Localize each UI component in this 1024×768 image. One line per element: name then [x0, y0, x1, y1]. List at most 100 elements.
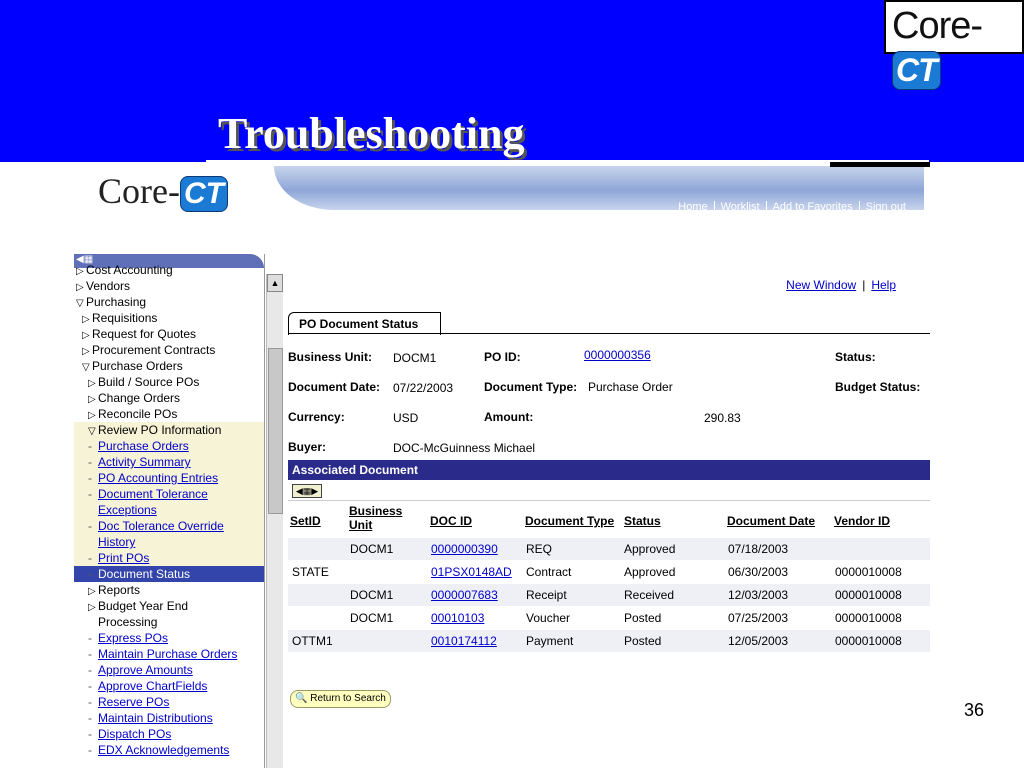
cell-docid[interactable]: 00010103 — [431, 611, 484, 625]
col-status[interactable]: Status — [624, 514, 661, 528]
associated-document-header: Associated Document — [288, 460, 930, 480]
menu-item-po-accounting-entries[interactable]: - PO Accounting Entries — [74, 470, 264, 486]
menu-item-label: Change Orders — [98, 391, 181, 405]
menu-item-label: Request for Quotes — [92, 327, 197, 341]
menu-item-edx-acknowledgements[interactable]: - EDX Acknowledgements — [74, 742, 264, 758]
top-links: New Window | Help — [780, 278, 902, 292]
menu-item-document-status[interactable]: - Document Status — [74, 566, 264, 582]
menu-item-review-po-information[interactable]: ▽ Review PO Information — [74, 422, 264, 438]
menu-item-approve-chartfields[interactable]: - Approve ChartFields — [74, 678, 264, 694]
menu-item-purchasing[interactable]: ▽ Purchasing — [74, 294, 264, 310]
menu-item-vendors[interactable]: ▷ Vendors — [74, 278, 264, 294]
return-to-search-button[interactable]: 🔍 Return to Search — [290, 690, 391, 708]
new-window-link[interactable]: New Window — [780, 278, 862, 292]
bullet-icon: - — [88, 727, 92, 741]
cell-docid[interactable]: 0000007683 — [431, 588, 498, 602]
menu-item-requisitions[interactable]: ▷ Requisitions — [74, 310, 264, 326]
po-id-link[interactable]: 0000000356 — [584, 348, 651, 362]
menu-item-cost-accounting[interactable]: ▷ Cost Accounting — [74, 262, 264, 278]
cell-vendor: 0000010008 — [835, 588, 902, 602]
menu-item-print-pos[interactable]: - Print POs — [74, 550, 264, 566]
menu-item-label: Processing — [98, 615, 158, 629]
menu-item-build-source-pos[interactable]: ▷ Build / Source POs — [74, 374, 264, 390]
menu-item-label: Review PO Information — [98, 423, 222, 437]
grid-nav-icon[interactable]: ◀▦▶ — [292, 484, 322, 498]
header-links: Home Worklist Add to Favorites Sign out — [672, 201, 912, 213]
header-link-home[interactable]: Home — [672, 201, 713, 213]
status-label: Status: — [835, 350, 876, 364]
menu-item-reconcile-pos[interactable]: ▷ Reconcile POs — [74, 406, 264, 422]
menu-item-purchase-orders[interactable]: - Purchase Orders — [74, 438, 264, 454]
menu-item-document-tolerance[interactable]: - Document Tolerance — [74, 486, 264, 502]
menu-item-request-for-quotes[interactable]: ▷ Request for Quotes — [74, 326, 264, 342]
cell-setid: OTTM1 — [292, 634, 333, 648]
menu-item-label: Requisitions — [92, 311, 158, 325]
currency-label: Currency: — [288, 410, 345, 424]
cell-type: Receipt — [526, 588, 567, 602]
menu-item-activity-summary[interactable]: - Activity Summary — [74, 454, 264, 470]
cell-docid[interactable]: 0010174112 — [431, 634, 497, 648]
menu-item-procurement-contracts[interactable]: ▷ Procurement Contracts — [74, 342, 264, 358]
col-document-date[interactable]: Document Date — [727, 514, 815, 528]
header-swoosh: Home Worklist Add to Favorites Sign out — [274, 166, 924, 213]
menu-item-reports[interactable]: ▷ Reports — [74, 582, 264, 598]
cell-status: Approved — [624, 565, 676, 579]
buyer-value: DOC-McGuinness Michael — [393, 441, 536, 455]
col-document-type[interactable]: Document Type — [525, 514, 614, 528]
menu-item-approve-amounts[interactable]: - Approve Amounts — [74, 662, 264, 678]
cell-date: 12/03/2003 — [728, 588, 789, 602]
cell-status: Posted — [624, 634, 662, 648]
cell-bu: DOCM1 — [350, 588, 394, 602]
col-setid[interactable]: SetID — [290, 514, 321, 528]
tab-po-document-status[interactable]: PO Document Status — [288, 312, 442, 335]
menu-item-budget-year-end[interactable]: ▷ Budget Year End — [74, 598, 264, 614]
menu-item-label: History — [98, 535, 136, 549]
table-row: STATE 01PSX0148AD Contract Approved 06/30/20… — [288, 561, 930, 583]
col-doc-id[interactable]: DOC ID — [430, 514, 472, 528]
menu-item-label: Exceptions — [98, 503, 157, 517]
cell-docid[interactable]: 0000000390 — [431, 542, 498, 556]
menu-item-history[interactable]: History — [74, 534, 264, 550]
menu-item-doc-tolerance-override[interactable]: - Doc Tolerance Override — [74, 518, 264, 534]
scroll-up-icon[interactable]: ▲ — [267, 274, 283, 292]
cell-status: Approved — [624, 542, 676, 556]
tab-divider — [288, 333, 930, 334]
currency-value: USD — [393, 411, 419, 425]
menu-item-label: Maintain Distributions — [98, 711, 213, 725]
help-link[interactable]: Help — [865, 278, 902, 292]
app-logo-core: Core- — [98, 171, 180, 211]
cell-vendor: 0000010008 — [835, 565, 902, 579]
bullet-icon: - — [88, 567, 92, 581]
menu-item-purchase-orders[interactable]: ▽ Purchase Orders — [74, 358, 264, 374]
cell-date: 07/18/2003 — [728, 542, 789, 556]
menu-item-maintain-purchase-orders[interactable]: - Maintain Purchase Orders — [74, 646, 264, 662]
cell-vendor: 0000010008 — [835, 611, 902, 625]
slide-rule-dark — [830, 162, 930, 167]
menu-item-maintain-distributions[interactable]: - Maintain Distributions — [74, 710, 264, 726]
menu-scrollbar[interactable]: ▲ — [266, 274, 283, 768]
menu-item-change-orders[interactable]: ▷ Change Orders — [74, 390, 264, 406]
cell-type: Payment — [526, 634, 574, 648]
menu-item-label: Maintain Purchase Orders — [98, 647, 238, 661]
col-vendor-id[interactable]: Vendor ID — [834, 514, 890, 528]
menu-item-exceptions[interactable]: Exceptions — [74, 502, 264, 518]
menu-item-label: Purchase Orders — [98, 439, 189, 453]
menu-item-dispatch-pos[interactable]: - Dispatch POs — [74, 726, 264, 742]
header-link-add-to-favorites[interactable]: Add to Favorites — [765, 201, 859, 213]
menu-item-label: Reconcile POs — [98, 407, 178, 421]
business-unit-value: DOCM1 — [393, 351, 437, 365]
app-logo: Core- CT — [98, 170, 228, 212]
slide-page-number: 36 — [964, 700, 985, 720]
document-type-value: Purchase Order — [588, 380, 673, 394]
menu-item-reserve-pos[interactable]: - Reserve POs — [74, 694, 264, 710]
grid-top-line — [288, 500, 930, 501]
cell-docid[interactable]: 01PSX0148AD — [431, 565, 512, 579]
header-link-worklist[interactable]: Worklist — [713, 201, 766, 213]
po-id-label: PO ID: — [484, 350, 521, 364]
scroll-thumb[interactable] — [268, 348, 283, 514]
menu-item-label: Doc Tolerance Override — [98, 519, 224, 533]
menu-item-express-pos[interactable]: - Express POs — [74, 630, 264, 646]
bullet-icon: - — [88, 695, 92, 709]
col-business-unit[interactable]: Business Unit — [349, 504, 419, 532]
header-link-sign-out[interactable]: Sign out — [858, 201, 912, 213]
